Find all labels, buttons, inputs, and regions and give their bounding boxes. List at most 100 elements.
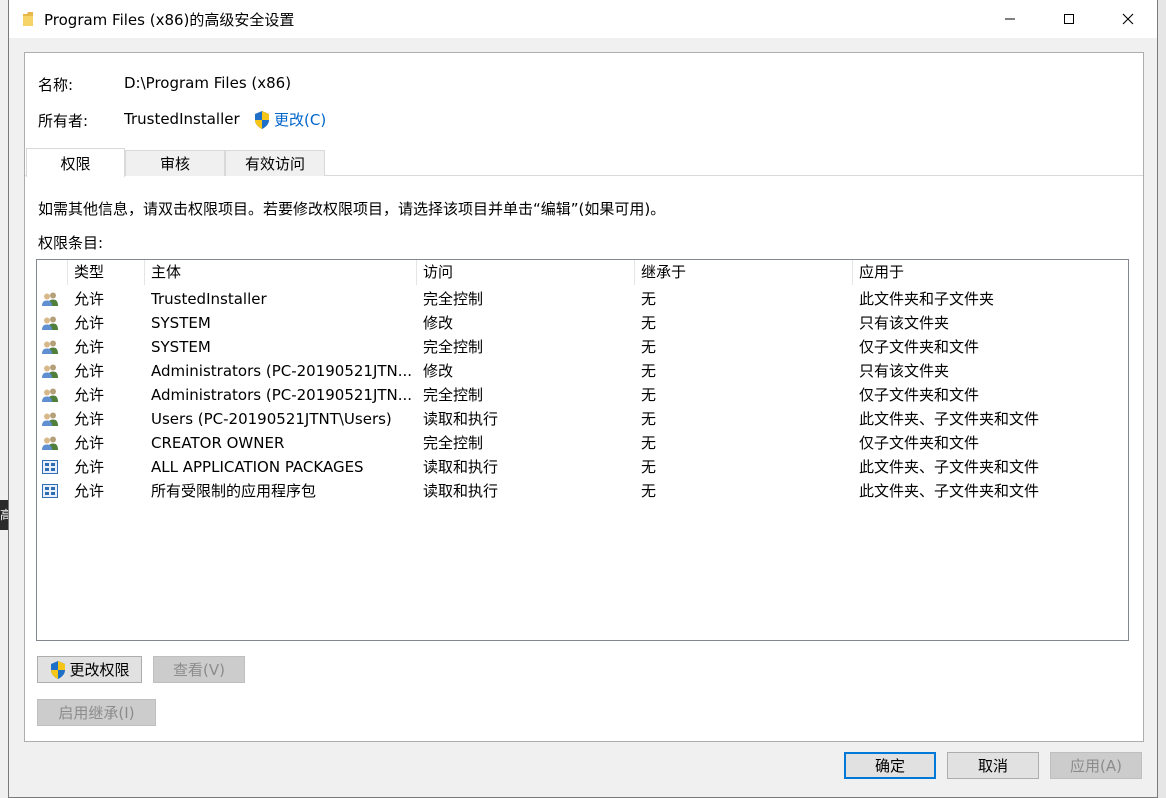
cell-type: 允许: [74, 338, 105, 356]
cell-principal: Users (PC-20190521JTNT\Users): [151, 410, 392, 428]
cell-principal: TrustedInstaller: [151, 290, 267, 308]
cell-access: 读取和执行: [423, 482, 499, 500]
owner-value: TrustedInstaller: [124, 110, 240, 128]
change-owner-link[interactable]: 更改(C): [253, 109, 326, 130]
minimize-button[interactable]: [981, 0, 1039, 38]
name-label: 名称:: [38, 76, 74, 94]
header-principal[interactable]: 主体: [145, 260, 417, 285]
cell-type: 允许: [74, 290, 105, 308]
title-bar[interactable]: Program Files (x86)的高级安全设置: [9, 0, 1157, 38]
header-applies-to[interactable]: 应用于: [853, 260, 1128, 285]
cell-applies-to: 此文件夹和子文件夹: [859, 290, 995, 308]
cell-inherited-from: 无: [641, 434, 657, 452]
apply-button[interactable]: 应用(A): [1050, 752, 1142, 779]
cell-inherited-from: 无: [641, 362, 657, 380]
table-row[interactable]: 允许 CREATOR OWNER 完全控制 无 仅子文件夹和文件: [37, 431, 1128, 455]
permission-entries-list[interactable]: 类型 主体 访问 继承于 应用于 允许 TrustedInstaller 完全控制无…: [36, 259, 1129, 641]
user-group-icon: [41, 291, 59, 307]
close-button[interactable]: [1099, 0, 1157, 38]
owner-label: 所有者:: [38, 112, 89, 130]
advanced-security-dialog: Program Files (x86)的高级安全设置 名称: D:\Progra…: [8, 0, 1158, 798]
maximize-icon: [1064, 14, 1074, 24]
table-row[interactable]: 允许 Administrators (PC-20190521JTN... 修改 无 只有…: [37, 359, 1128, 383]
tab-permissions-label: 权限: [60, 154, 91, 173]
cell-principal: CREATOR OWNER: [151, 434, 285, 452]
uac-shield-icon: [255, 110, 269, 129]
cell-inherited-from: 无: [641, 386, 657, 404]
uac-shield-icon: [51, 660, 66, 679]
cell-access: 修改: [423, 362, 454, 380]
instructions-text: 如需其他信息，请双击权限项目。若要修改权限项目，请选择该项目并单击“编辑”(如果…: [38, 200, 666, 218]
background-window-fragment: 高: [0, 500, 8, 530]
background-window-edge: [1158, 0, 1166, 798]
header-inherited-from[interactable]: 继承于: [635, 260, 853, 285]
tab-effective-access[interactable]: 有效访问: [225, 150, 325, 176]
cell-inherited-from: 无: [641, 290, 657, 308]
cell-type: 允许: [74, 386, 105, 404]
list-header: 类型 主体 访问 继承于 应用于: [37, 260, 1128, 285]
cell-inherited-from: 无: [641, 338, 657, 356]
app-package-icon: [41, 483, 59, 499]
tab-permissions[interactable]: 权限: [26, 148, 125, 177]
change-permissions-label: 更改权限: [69, 661, 130, 679]
cell-type: 允许: [74, 482, 105, 500]
cell-applies-to: 仅子文件夹和文件: [859, 434, 980, 452]
table-row[interactable]: 允许 TrustedInstaller 完全控制 无 此文件夹和子文件夹: [37, 287, 1128, 311]
user-group-icon: [41, 339, 59, 355]
user-group-icon: [41, 363, 59, 379]
tab-effective-access-label: 有效访问: [244, 155, 305, 173]
table-row[interactable]: 允许 所有受限制的应用程序包 读取和执行 无 此文件夹、子文件夹和文件: [37, 479, 1128, 503]
maximize-button[interactable]: [1040, 0, 1098, 38]
cell-access: 完全控制: [423, 434, 484, 452]
cell-access: 修改: [423, 314, 454, 332]
cell-type: 允许: [74, 410, 105, 428]
cell-principal: SYSTEM: [151, 338, 211, 356]
window-title: Program Files (x86)的高级安全设置: [44, 11, 295, 29]
header-access[interactable]: 访问: [417, 260, 635, 285]
cancel-button[interactable]: 取消: [947, 752, 1039, 779]
cell-principal: SYSTEM: [151, 314, 211, 332]
cell-inherited-from: 无: [641, 482, 657, 500]
table-row[interactable]: 允许 SYSTEM 修改 无 只有该文件夹: [37, 311, 1128, 335]
cell-access: 完全控制: [423, 338, 484, 356]
tab-auditing[interactable]: 审核: [125, 150, 225, 176]
cell-access: 完全控制: [423, 386, 484, 404]
ok-button[interactable]: 确定: [844, 752, 936, 779]
change-permissions-button[interactable]: 更改权限: [37, 656, 142, 683]
header-type[interactable]: 类型: [68, 260, 145, 285]
enable-inheritance-button[interactable]: 启用继承(I): [37, 699, 156, 726]
table-row[interactable]: 允许 Administrators (PC-20190521JTN... 完全控制 无…: [37, 383, 1128, 407]
cell-principal: 所有受限制的应用程序包: [151, 482, 317, 500]
view-button[interactable]: 查看(V): [153, 656, 245, 683]
name-value: D:\Program Files (x86): [124, 74, 292, 92]
app-package-icon: [41, 459, 59, 475]
cell-inherited-from: 无: [641, 314, 657, 332]
cell-principal: ALL APPLICATION PACKAGES: [151, 458, 364, 476]
cell-applies-to: 此文件夹、子文件夹和文件: [859, 458, 1040, 476]
change-owner-label: 更改(C): [274, 111, 327, 129]
cell-applies-to: 只有该文件夹: [859, 314, 950, 332]
table-row[interactable]: 允许 SYSTEM 完全控制 无 仅子文件夹和文件: [37, 335, 1128, 359]
table-row[interactable]: 允许 ALL APPLICATION PACKAGES 读取和执行 无 此文件夹、子文件…: [37, 455, 1128, 479]
cell-applies-to: 此文件夹、子文件夹和文件: [859, 482, 1040, 500]
cell-type: 允许: [74, 362, 105, 380]
tab-auditing-label: 审核: [159, 155, 190, 173]
cell-inherited-from: 无: [641, 410, 657, 428]
cell-access: 完全控制: [423, 290, 484, 308]
cell-applies-to: 仅子文件夹和文件: [859, 338, 980, 356]
minimize-icon: [1005, 18, 1015, 20]
cell-principal: Administrators (PC-20190521JTN...: [151, 386, 413, 404]
close-icon: [1122, 13, 1134, 25]
permission-entries-label: 权限条目:: [38, 234, 104, 252]
cell-principal: Administrators (PC-20190521JTN...: [151, 362, 413, 380]
cell-inherited-from: 无: [641, 458, 657, 476]
content-panel: 名称: D:\Program Files (x86) 所有者: TrustedI…: [24, 52, 1144, 742]
cell-type: 允许: [74, 458, 105, 476]
header-icon-column[interactable]: [37, 260, 68, 285]
user-group-icon: [41, 411, 59, 427]
table-row[interactable]: 允许 Users (PC-20190521JTNT\Users) 读取和执行 无 此文件…: [37, 407, 1128, 431]
cell-access: 读取和执行: [423, 458, 499, 476]
cell-type: 允许: [74, 434, 105, 452]
user-group-icon: [41, 435, 59, 451]
cell-applies-to: 此文件夹、子文件夹和文件: [859, 410, 1040, 428]
